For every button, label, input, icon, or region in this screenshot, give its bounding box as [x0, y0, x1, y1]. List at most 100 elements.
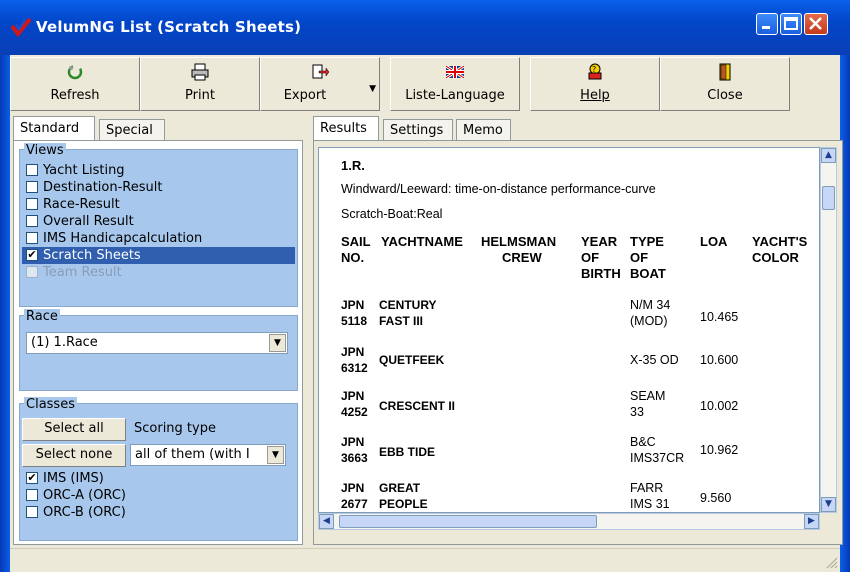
view-label: Destination-Result	[43, 180, 163, 195]
resize-grip-icon[interactable]	[826, 557, 838, 569]
select-all-button[interactable]: Select all	[22, 418, 126, 441]
table-row-5-loa: 9.560	[700, 491, 732, 505]
maximize-button[interactable]	[780, 13, 802, 35]
race-legend: Race	[24, 309, 60, 324]
scroll-left-button[interactable]: ◀	[319, 514, 334, 529]
checkbox[interactable]	[26, 181, 38, 193]
tab-special[interactable]: Special	[99, 119, 165, 140]
classes-legend: Classes	[24, 397, 77, 412]
scroll-right-button[interactable]: ▶	[804, 514, 819, 529]
close-button[interactable]: Close	[660, 57, 790, 111]
scroll-up-button[interactable]: ▲	[821, 148, 836, 163]
view-item-team-result: Team Result	[22, 264, 295, 281]
chevron-down-icon[interactable]: ▼	[267, 446, 284, 464]
checkbox[interactable]	[26, 164, 38, 176]
col-header-type: TYPE OF BOAT	[630, 234, 666, 281]
chevron-down-icon[interactable]: ▼	[269, 334, 286, 352]
race-select-value: (1) 1.Race	[31, 335, 98, 350]
window-frame-left	[0, 55, 10, 572]
scoring-type-select[interactable]: all of them (with I ▼	[130, 444, 286, 466]
checkbox[interactable]	[26, 215, 38, 227]
tab-memo[interactable]: Memo	[456, 119, 511, 140]
class-item-orc-a[interactable]: ORC-A (ORC)	[22, 487, 295, 504]
checkbox[interactable]	[26, 232, 38, 244]
table-row-5-type: FARR IMS 31	[630, 481, 670, 511]
scoring-type-value: all of them (with I	[135, 447, 250, 462]
view-item-race-result[interactable]: Race-Result	[22, 196, 295, 213]
export-icon	[312, 64, 329, 79]
app-window: VelumNG List (Scratch Sheets) Refresh Pr…	[0, 0, 850, 572]
vertical-scrollbar[interactable]: ▲ ▼	[820, 147, 837, 513]
refresh-label: Refresh	[50, 88, 100, 103]
vertical-scroll-thumb[interactable]	[822, 186, 835, 210]
views-legend: Views	[24, 143, 66, 158]
table-row-2-name: QUETFEEK	[379, 353, 445, 367]
view-label: Yacht Listing	[43, 163, 125, 178]
col-header-loa: LOA	[700, 234, 728, 249]
minimize-button[interactable]	[756, 13, 778, 35]
checkbox-checked[interactable]: ✔	[26, 472, 38, 484]
class-item-orc-b[interactable]: ORC-B (ORC)	[22, 504, 295, 521]
race-group: Race (1) 1.Race ▼	[19, 309, 298, 391]
col-header-helmsman: HELMSMAN CREW	[481, 234, 557, 265]
close-window-button[interactable]	[804, 13, 828, 35]
export-button[interactable]: Export ▼	[260, 57, 380, 111]
language-label: Liste-Language	[405, 88, 505, 103]
help-label: Help	[580, 88, 610, 103]
view-label: Team Result	[43, 265, 122, 280]
window-title: VelumNG List (Scratch Sheets)	[36, 18, 302, 36]
refresh-icon	[67, 64, 83, 80]
class-label: ORC-A (ORC)	[43, 488, 126, 503]
title-bar[interactable]: VelumNG List (Scratch Sheets)	[0, 0, 850, 55]
status-bar	[10, 548, 840, 571]
close-label: Close	[707, 88, 743, 103]
view-item-yacht-listing[interactable]: Yacht Listing	[22, 162, 295, 179]
view-item-scratch-sheets[interactable]: ✔ Scratch Sheets	[22, 247, 295, 264]
select-none-button[interactable]: Select none	[22, 444, 126, 467]
view-label: IMS Handicapcalculation	[43, 231, 203, 246]
view-item-overall-result[interactable]: Overall Result	[22, 213, 295, 230]
tab-settings[interactable]: Settings	[383, 119, 453, 140]
checkbox[interactable]	[26, 506, 38, 518]
class-label: ORC-B (ORC)	[43, 505, 126, 520]
checkbox-checked[interactable]: ✔	[26, 249, 38, 261]
col-header-sail-no: SAIL NO.	[341, 234, 371, 265]
left-panel: Views Yacht Listing Destination-Result R…	[13, 140, 303, 545]
results-view[interactable]: 1.R. Windward/Leeward: time-on-distance …	[318, 147, 820, 513]
checkbox[interactable]	[26, 489, 38, 501]
scroll-down-button[interactable]: ▼	[821, 497, 836, 512]
checkbox[interactable]	[26, 198, 38, 210]
view-label: Overall Result	[43, 214, 134, 229]
horizontal-scrollbar[interactable]: ◀ ▶	[318, 513, 820, 530]
results-heading: 1.R.	[341, 158, 365, 173]
view-item-destination-result[interactable]: Destination-Result	[22, 179, 295, 196]
col-header-yachtname: YACHTNAME	[381, 234, 463, 249]
results-subtitle: Windward/Leeward: time-on-distance perfo…	[341, 182, 656, 196]
views-list: Yacht Listing Destination-Result Race-Re…	[22, 162, 295, 281]
tab-standard[interactable]: Standard	[13, 116, 95, 140]
language-button[interactable]: Liste-Language	[390, 57, 520, 111]
table-row-1-name: CENTURY FAST III	[379, 298, 437, 328]
table-row-4-name: EBB TIDE	[379, 445, 436, 459]
table-row-4-sail: JPN 3663	[341, 435, 368, 465]
class-item-ims[interactable]: ✔ IMS (IMS)	[22, 470, 295, 487]
race-select[interactable]: (1) 1.Race ▼	[26, 332, 288, 354]
table-row-2-type: X-35 OD	[630, 353, 679, 367]
export-dropdown-arrow[interactable]: ▼	[369, 84, 376, 94]
view-item-ims-handicap[interactable]: IMS Handicapcalculation	[22, 230, 295, 247]
table-row-2-loa: 10.600	[700, 353, 739, 367]
table-row-3-type: SEAM 33	[630, 389, 666, 419]
classes-group: Classes Select all Scoring type Select n…	[19, 397, 298, 541]
refresh-button[interactable]: Refresh	[10, 57, 140, 111]
scratch-boat-line: Scratch-Boat:Real	[341, 207, 443, 221]
classes-list: ✔ IMS (IMS) ORC-A (ORC) ORC-B (ORC)	[22, 470, 295, 521]
views-group: Views Yacht Listing Destination-Result R…	[19, 143, 298, 307]
table-row-4-type: B&C IMS37CR	[630, 435, 685, 465]
horizontal-scroll-thumb[interactable]	[339, 515, 597, 528]
close-icon	[809, 17, 822, 30]
help-button[interactable]: ? Help	[530, 57, 660, 111]
tab-results[interactable]: Results	[313, 116, 379, 140]
table-row-1-sail: JPN 5118	[341, 298, 368, 328]
maximize-icon	[784, 17, 798, 30]
help-icon: ?	[588, 63, 602, 80]
